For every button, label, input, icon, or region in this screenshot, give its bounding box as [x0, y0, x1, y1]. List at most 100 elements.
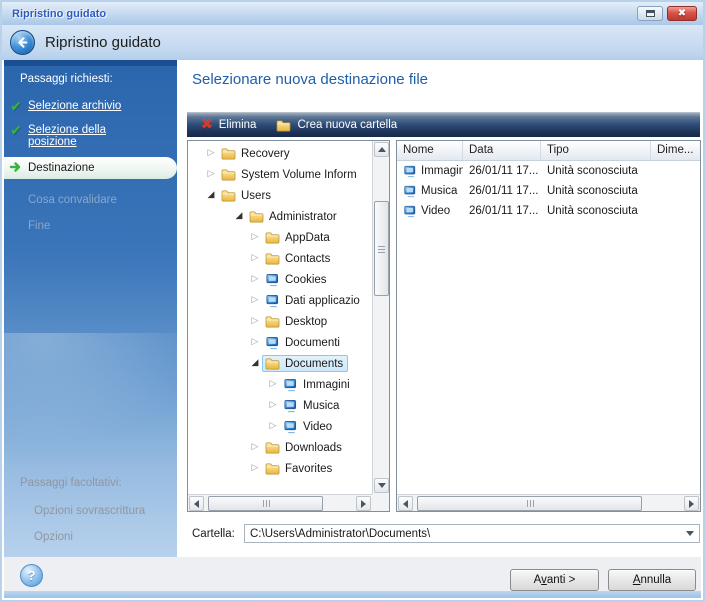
check-icon: ✔ [4, 100, 28, 114]
toolbar-button-crea-nuova-cartella[interactable]: Crea nuova cartella [266, 113, 407, 137]
tree-item-documenti[interactable]: ▷ Documenti [188, 332, 372, 353]
tree-item-dati-applicazio[interactable]: ▷Dati applicazio [188, 290, 372, 311]
collapse-icon[interactable]: ◢ [232, 212, 246, 221]
scroll-right-button[interactable] [356, 496, 371, 511]
folder-icon [221, 168, 236, 181]
help-button[interactable]: ? [20, 564, 43, 587]
tree-node[interactable]: Contacts [262, 250, 335, 267]
tree-item-label: Documenti [285, 337, 340, 349]
cancel-button[interactable]: Annulla [608, 569, 696, 591]
tree-item-label: Musica [303, 400, 339, 412]
tree-node[interactable]: System Volume Inform [218, 166, 362, 183]
sidebar-step-selezione-archivio[interactable]: ✔Selezione archivio [4, 100, 177, 114]
expand-icon[interactable]: ▷ [266, 422, 280, 431]
expand-icon[interactable]: ▷ [266, 380, 280, 389]
tree-node[interactable]: Users [218, 187, 276, 204]
tree-item-favorites[interactable]: ▷Favorites [188, 458, 372, 479]
scroll-right-button[interactable] [684, 496, 699, 511]
tree-horizontal-scrollbar[interactable] [188, 494, 372, 511]
scroll-left-button[interactable] [189, 496, 204, 511]
tree-node[interactable]: Administrator [246, 208, 342, 225]
step-link[interactable]: Selezione della posizione [28, 124, 156, 148]
scroll-left-button[interactable] [398, 496, 413, 511]
tree-scroll-thumb[interactable] [374, 201, 389, 296]
tree-node[interactable]: Recovery [218, 145, 295, 162]
item-date: 26/01/11 17... [463, 205, 541, 217]
step-link[interactable]: Selezione archivio [28, 100, 121, 112]
expand-icon[interactable]: ▷ [204, 170, 218, 179]
collapse-icon[interactable]: ◢ [248, 359, 262, 368]
tree-hscroll-thumb[interactable] [208, 496, 323, 511]
list-row-video[interactable]: Video26/01/11 17...Unità sconosciuta [397, 201, 700, 221]
tree-item-recovery[interactable]: ▷Recovery [188, 143, 372, 164]
expand-icon[interactable]: ▷ [248, 275, 262, 284]
list-row-immagini[interactable]: Immagini26/01/11 17...Unità sconosciuta [397, 161, 700, 181]
column-header-dime-[interactable]: Dime... [651, 141, 700, 160]
folder-icon [265, 315, 280, 328]
tree-item-desktop[interactable]: ▷Desktop [188, 311, 372, 332]
close-button[interactable]: ✖ [667, 6, 697, 21]
tree-node[interactable]: Dati applicazio [262, 291, 365, 310]
column-header-data[interactable]: Data [463, 141, 541, 160]
column-header-nome[interactable]: Nome [397, 141, 463, 160]
back-button[interactable] [10, 30, 35, 55]
sidebar-step-selezione-della-posizione[interactable]: ✔Selezione della posizione [4, 124, 177, 148]
tree-node[interactable]: Musica [280, 396, 344, 415]
drive-icon [265, 293, 280, 308]
tree-item-users[interactable]: ◢Users [188, 185, 372, 206]
wizard-window: Ripristino guidato ✖ Ripristino guidato … [0, 0, 705, 602]
sidebar-step-destinazione[interactable]: Destinazione [4, 157, 177, 179]
titlebar[interactable]: Ripristino guidato ✖ [2, 2, 703, 25]
tree-node[interactable]: Desktop [262, 313, 332, 330]
scroll-up-button[interactable] [374, 142, 389, 157]
expand-icon[interactable]: ▷ [248, 443, 262, 452]
close-icon: ✖ [678, 9, 686, 19]
folder-icon [249, 210, 264, 223]
collapse-icon[interactable]: ◢ [204, 191, 218, 200]
list-row-musica[interactable]: Musica26/01/11 17...Unità sconosciuta [397, 181, 700, 201]
tree-item-video[interactable]: ▷Video [188, 416, 372, 437]
tree-item-downloads[interactable]: ▷Downloads [188, 437, 372, 458]
tree-node[interactable]: AppData [262, 229, 335, 246]
tree-node[interactable]: Documenti [262, 333, 345, 352]
tree-item-cookies[interactable]: ▷ Cookies [188, 269, 372, 290]
expand-icon[interactable]: ▷ [248, 296, 262, 305]
expand-icon[interactable]: ▷ [248, 254, 262, 263]
toolbar-button-elimina[interactable]: ✖Elimina [191, 113, 266, 137]
tree-item-administrator[interactable]: ◢Administrator [188, 206, 372, 227]
tree-vertical-scrollbar[interactable] [372, 141, 389, 494]
item-name: Musica [421, 185, 457, 197]
tree-item-appdata[interactable]: ▷AppData [188, 227, 372, 248]
arrow-down-icon [378, 483, 386, 488]
folder-path-combobox[interactable]: C:\Users\Administrator\Documents\ [244, 524, 700, 543]
scroll-down-button[interactable] [374, 478, 389, 493]
expand-icon[interactable]: ▷ [266, 401, 280, 410]
tree-node[interactable]: Immagini [280, 375, 355, 394]
expand-icon[interactable]: ▷ [248, 338, 262, 347]
required-steps-title: Passaggi richiesti: [20, 73, 113, 85]
column-header-tipo[interactable]: Tipo [541, 141, 651, 160]
next-button[interactable]: Avanti > [510, 569, 599, 591]
tree-item-system-volume-inform[interactable]: ▷System Volume Inform [188, 164, 372, 185]
tree-node[interactable]: Cookies [262, 270, 332, 289]
tree-item-musica[interactable]: ▷ Musica [188, 395, 372, 416]
minimize-button[interactable] [637, 6, 663, 21]
tree-item-contacts[interactable]: ▷Contacts [188, 248, 372, 269]
tree-node[interactable]: Downloads [262, 439, 347, 456]
expand-icon[interactable]: ▷ [204, 149, 218, 158]
item-name: Video [421, 205, 450, 217]
expand-icon[interactable]: ▷ [248, 464, 262, 473]
expand-icon[interactable]: ▷ [248, 233, 262, 242]
tree-node[interactable]: Favorites [262, 460, 337, 477]
tree-item-label: Cookies [285, 274, 327, 286]
list-horizontal-scrollbar[interactable] [397, 494, 700, 511]
folder-icon [265, 462, 280, 475]
tree-item-immagini[interactable]: ▷Immagini [188, 374, 372, 395]
thumb-grip [378, 246, 385, 253]
tree-node[interactable]: Documents [262, 355, 348, 372]
list-hscroll-thumb[interactable] [417, 496, 642, 511]
tree-node[interactable]: Video [280, 417, 337, 436]
expand-icon[interactable]: ▷ [248, 317, 262, 326]
combobox-dropdown-button[interactable] [681, 531, 699, 536]
tree-item-documents[interactable]: ◢Documents [188, 353, 372, 374]
